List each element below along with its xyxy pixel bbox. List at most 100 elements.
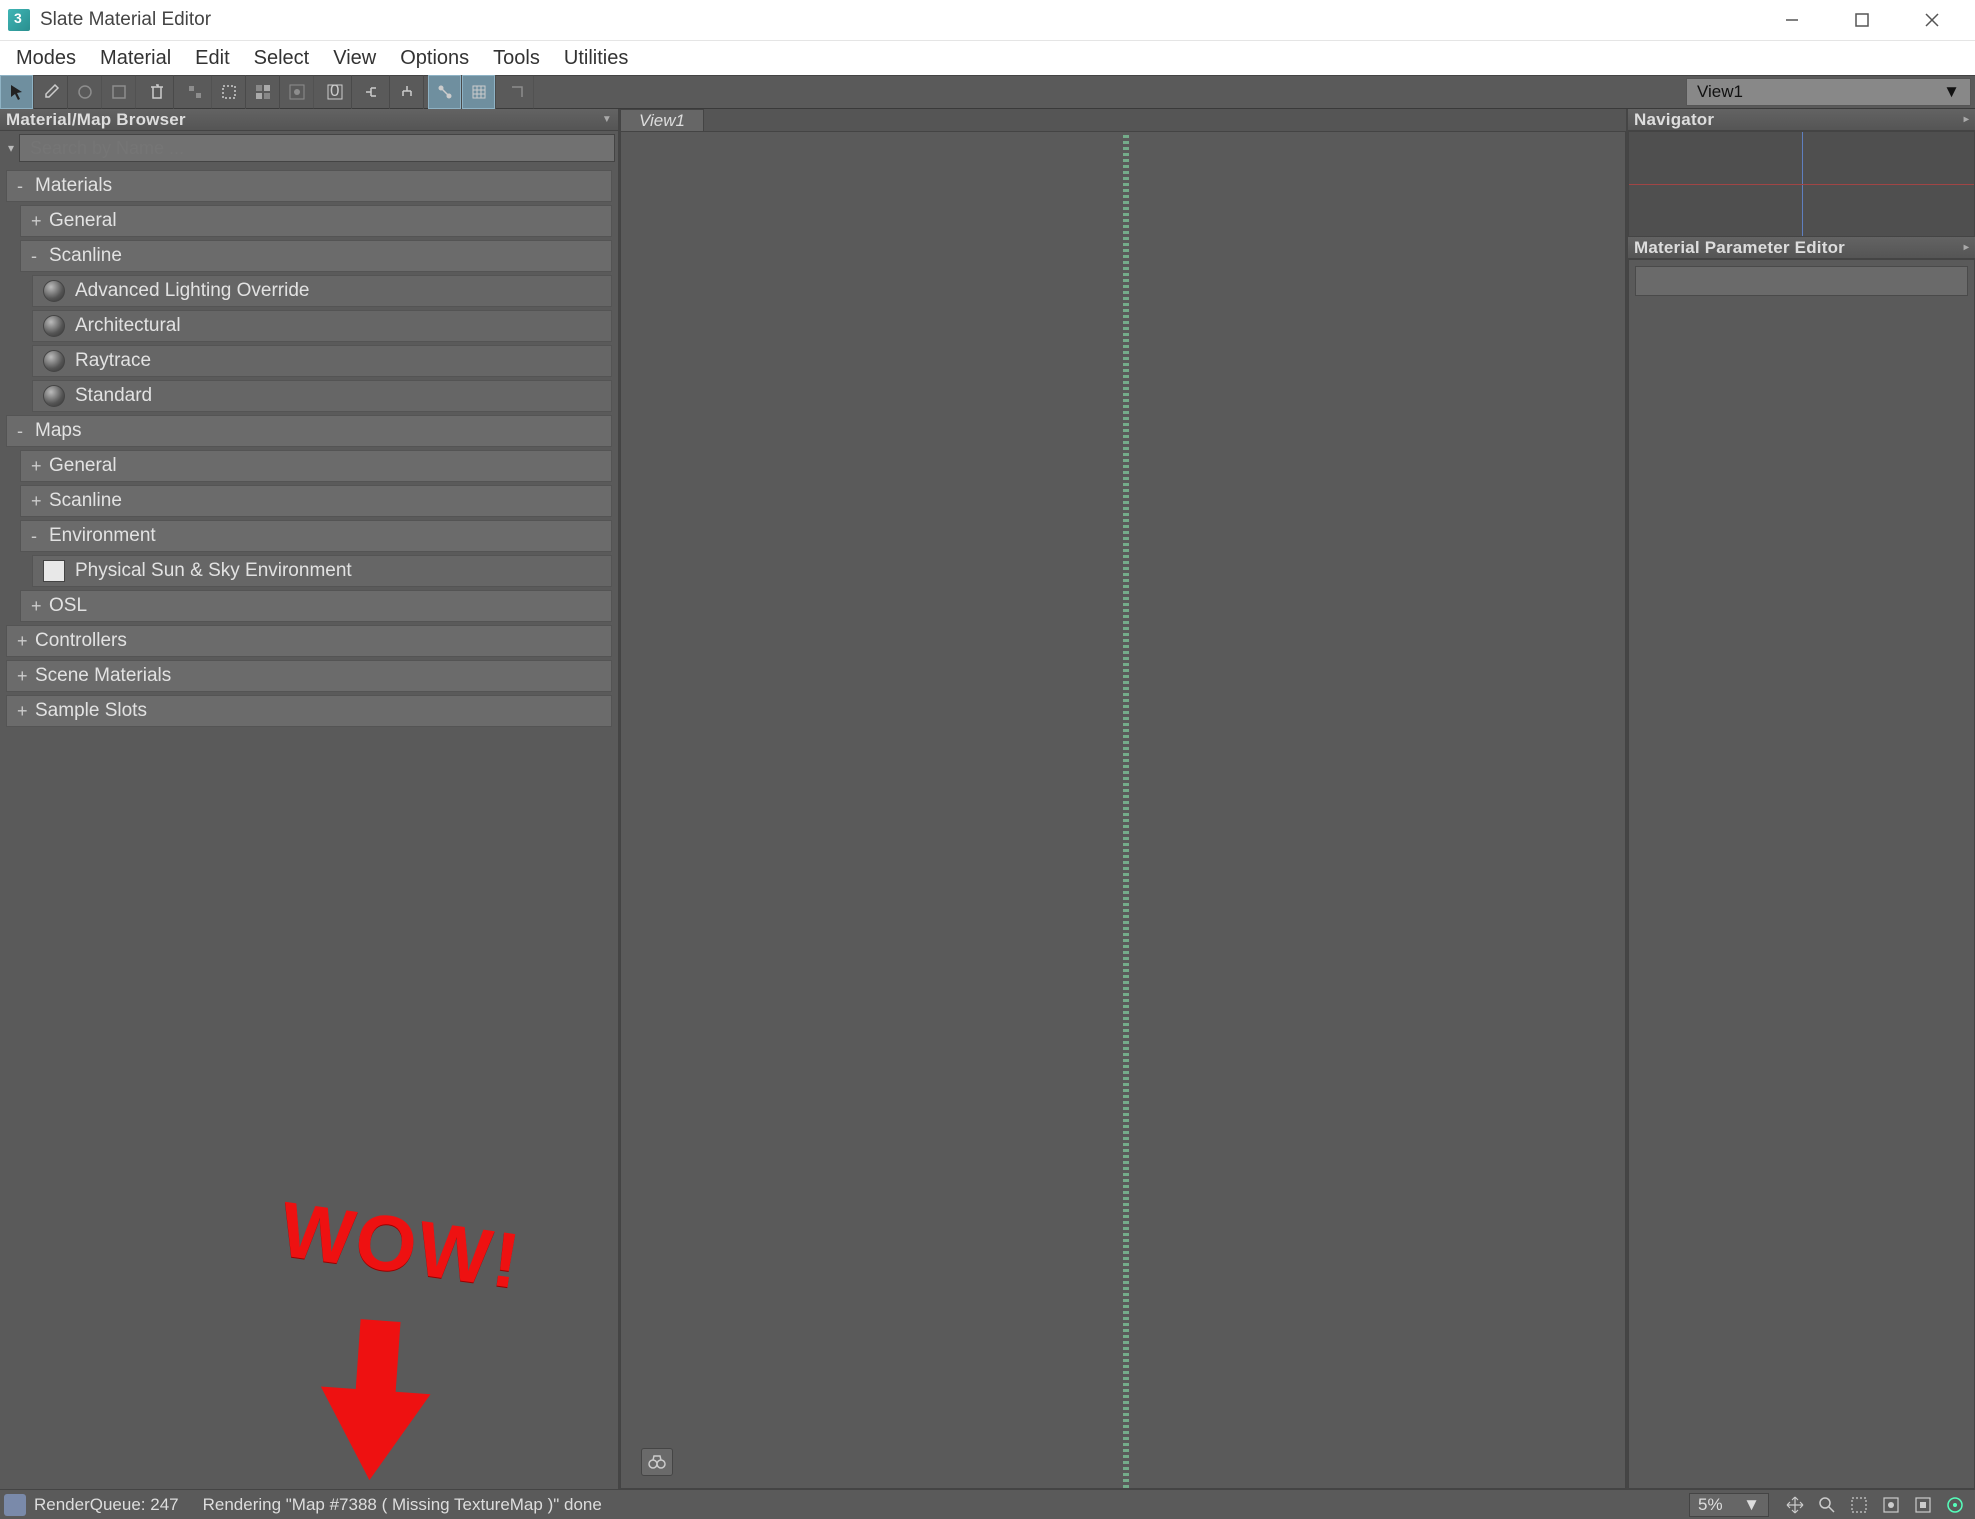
menu-view[interactable]: View xyxy=(321,43,388,74)
tree-group[interactable]: -Materials xyxy=(6,170,612,202)
collapse-icon[interactable]: - xyxy=(31,246,49,267)
expand-icon[interactable]: + xyxy=(17,701,35,722)
collapse-icon[interactable]: - xyxy=(31,526,49,547)
tree-group[interactable]: -Scanline xyxy=(20,240,612,272)
assign-material-button[interactable] xyxy=(68,75,102,109)
layout-children-button[interactable] xyxy=(390,75,424,109)
titlebar: Slate Material Editor xyxy=(0,0,1975,40)
tree-group[interactable]: -Maps xyxy=(6,415,612,447)
zoom-selector[interactable]: 5% ▼ xyxy=(1689,1493,1769,1517)
tree-item-label: Scanline xyxy=(49,245,122,267)
status-rendering: Rendering "Map #7388 ( Missing TextureMa… xyxy=(203,1495,602,1515)
navigator-body[interactable] xyxy=(1628,131,1975,237)
view-tab-label: View1 xyxy=(639,111,685,131)
move-children-button[interactable] xyxy=(178,75,212,109)
expand-icon[interactable]: + xyxy=(31,491,49,512)
tree-item-label: Scanline xyxy=(49,490,122,512)
statusbar: RenderQueue: 247 Rendering "Map #7388 ( … xyxy=(0,1489,1975,1519)
hide-unused-button[interactable] xyxy=(212,75,246,109)
browser-header[interactable]: Material/Map Browser ▼ xyxy=(0,109,618,131)
zoom-button[interactable] xyxy=(1812,1492,1842,1518)
param-slot[interactable] xyxy=(1635,266,1968,296)
show-background-button[interactable] xyxy=(280,75,314,109)
collapse-icon[interactable]: - xyxy=(17,176,35,197)
eyedropper-button[interactable] xyxy=(34,75,68,109)
zoom-value: 5% xyxy=(1698,1495,1723,1515)
navigator-menu-icon[interactable]: ▸ xyxy=(1964,114,1969,125)
tree-item-label: Advanced Lighting Override xyxy=(75,280,309,302)
pan-button[interactable] xyxy=(1780,1492,1810,1518)
tree-group[interactable]: +OSL xyxy=(20,590,612,622)
material-map-browser: Material/Map Browser ▼ ▾ -Materials+Gene… xyxy=(0,109,620,1489)
menu-edit[interactable]: Edit xyxy=(183,43,241,74)
tree-leaf[interactable]: Standard xyxy=(32,380,612,412)
tree-leaf[interactable]: Architectural xyxy=(32,310,612,342)
navigator-title: Navigator xyxy=(1634,110,1714,130)
tree-group[interactable]: +Scanline xyxy=(20,485,612,517)
status-render-queue: RenderQueue: 247 xyxy=(34,1495,179,1515)
tree-item-label: Physical Sun & Sky Environment xyxy=(75,560,352,582)
zoom-extents-selected-button[interactable] xyxy=(1908,1492,1938,1518)
menu-select[interactable]: Select xyxy=(242,43,322,74)
right-panels: Navigator ▸ Material Parameter Editor ▸ xyxy=(1628,109,1975,1489)
expand-icon[interactable]: + xyxy=(17,666,35,687)
search-view-button[interactable] xyxy=(641,1448,673,1476)
layout-all-button[interactable] xyxy=(356,75,390,109)
assign-selection-button[interactable] xyxy=(102,75,136,109)
app-icon xyxy=(8,9,30,31)
toolbar: 0 View1 ▼ xyxy=(0,75,1975,109)
menu-material[interactable]: Material xyxy=(88,43,183,74)
view-selector-label: View1 xyxy=(1697,82,1743,102)
binoculars-icon xyxy=(647,1454,667,1470)
tree-group[interactable]: -Environment xyxy=(20,520,612,552)
search-toggle-icon[interactable]: ▾ xyxy=(3,141,19,155)
tree-leaf[interactable]: Physical Sun & Sky Environment xyxy=(32,555,612,587)
tree-group[interactable]: +Controllers xyxy=(6,625,612,657)
select-children-button[interactable] xyxy=(500,75,534,109)
delete-button[interactable] xyxy=(140,75,174,109)
expand-icon[interactable]: + xyxy=(31,596,49,617)
close-button[interactable] xyxy=(1897,0,1967,40)
tree-group[interactable]: +Sample Slots xyxy=(6,695,612,727)
status-icon[interactable] xyxy=(4,1494,26,1516)
param-menu-icon[interactable]: ▸ xyxy=(1964,242,1969,253)
tree-leaf[interactable]: Advanced Lighting Override xyxy=(32,275,612,307)
view-tab[interactable]: View1 xyxy=(620,109,704,131)
search-input[interactable] xyxy=(19,134,615,162)
tree-group[interactable]: +General xyxy=(20,450,612,482)
material-id-button[interactable]: 0 xyxy=(318,75,352,109)
menu-options[interactable]: Options xyxy=(388,43,481,74)
show-map-button[interactable] xyxy=(246,75,280,109)
viewport[interactable] xyxy=(620,131,1626,1489)
view-selector[interactable]: View1 ▼ xyxy=(1686,78,1971,106)
maximize-button[interactable] xyxy=(1827,0,1897,40)
select-tool-button[interactable] xyxy=(0,75,34,109)
param-header[interactable]: Material Parameter Editor ▸ xyxy=(1628,237,1975,259)
menu-tools[interactable]: Tools xyxy=(481,43,552,74)
browser-tree[interactable]: -Materials+General-ScanlineAdvanced Ligh… xyxy=(0,165,618,1489)
collapse-icon[interactable]: - xyxy=(17,421,35,442)
grid-button[interactable] xyxy=(462,75,496,109)
expand-icon[interactable]: + xyxy=(31,456,49,477)
tree-leaf[interactable]: Raytrace xyxy=(32,345,612,377)
tree-item-label: Environment xyxy=(49,525,156,547)
menu-utilities[interactable]: Utilities xyxy=(552,43,640,74)
browser-menu-icon[interactable]: ▼ xyxy=(602,114,612,125)
view-tabs: View1 xyxy=(620,109,1626,131)
tree-group[interactable]: +Scene Materials xyxy=(6,660,612,692)
zoom-region-button[interactable] xyxy=(1844,1492,1874,1518)
zoom-extents-button[interactable] xyxy=(1876,1492,1906,1518)
tree-item-label: OSL xyxy=(49,595,87,617)
tree-item-label: Sample Slots xyxy=(35,700,147,722)
navigator-header[interactable]: Navigator ▸ xyxy=(1628,109,1975,131)
menubar: Modes Material Edit Select View Options … xyxy=(0,40,1975,75)
tree-item-label: General xyxy=(49,210,117,232)
pan-to-selected-button[interactable] xyxy=(1940,1492,1970,1518)
tree-group[interactable]: +General xyxy=(20,205,612,237)
minimize-button[interactable] xyxy=(1757,0,1827,40)
expand-icon[interactable]: + xyxy=(31,211,49,232)
menu-modes[interactable]: Modes xyxy=(4,43,88,74)
nodes-connected-button[interactable] xyxy=(428,75,462,109)
material-sphere-icon xyxy=(43,315,65,337)
expand-icon[interactable]: + xyxy=(17,631,35,652)
